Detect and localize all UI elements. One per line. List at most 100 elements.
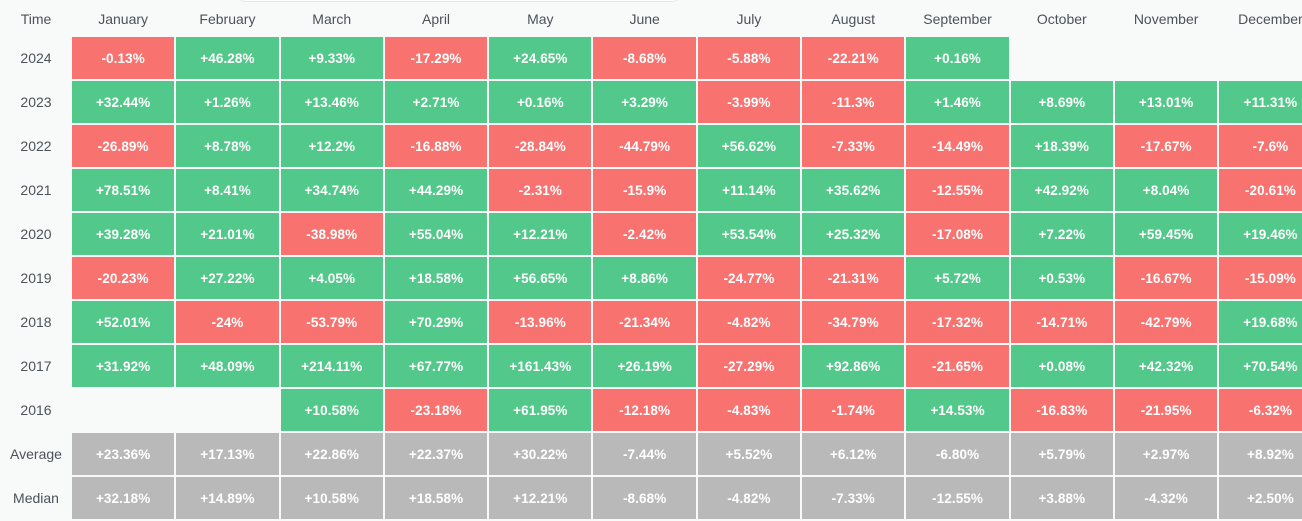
cell-2023-september[interactable]: +1.46%	[906, 81, 1009, 123]
cell-average-september[interactable]: -6.80%	[906, 433, 1009, 475]
cell-2024-december[interactable]	[1219, 37, 1302, 79]
cell-2022-march[interactable]: +12.2%	[280, 125, 383, 167]
cell-2016-october[interactable]: -16.83%	[1010, 389, 1113, 431]
cell-2021-august[interactable]: +35.62%	[802, 169, 905, 211]
cell-2017-july[interactable]: -27.29%	[697, 345, 801, 387]
cell-2016-july[interactable]: -4.83%	[697, 389, 801, 431]
row-label-2023[interactable]: 2023	[2, 81, 70, 123]
cell-2019-april[interactable]: +18.58%	[384, 257, 488, 299]
row-label-2016[interactable]: 2016	[2, 389, 70, 431]
column-header-november[interactable]: November	[1115, 2, 1217, 35]
cell-2018-march[interactable]: -53.79%	[280, 301, 383, 343]
cell-2022-january[interactable]: -26.89%	[72, 125, 175, 167]
cell-2019-july[interactable]: -24.77%	[697, 257, 801, 299]
cell-2018-november[interactable]: -42.79%	[1114, 301, 1218, 343]
cell-2016-february[interactable]	[176, 389, 278, 431]
row-label-2022[interactable]: 2022	[2, 125, 70, 167]
row-label-average[interactable]: Average	[2, 433, 70, 475]
cell-2018-august[interactable]: -34.79%	[802, 301, 905, 343]
cell-2019-march[interactable]: +4.05%	[280, 257, 383, 299]
cell-2022-september[interactable]: -14.49%	[906, 125, 1009, 167]
cell-2017-august[interactable]: +92.86%	[802, 345, 905, 387]
cell-2019-may[interactable]: +56.65%	[489, 257, 592, 299]
cell-2024-october[interactable]	[1011, 37, 1113, 79]
row-label-median[interactable]: Median	[2, 477, 70, 519]
cell-2024-april[interactable]: -17.29%	[384, 37, 488, 79]
cell-2020-february[interactable]: +21.01%	[176, 213, 279, 255]
cell-median-march[interactable]: +10.58%	[280, 477, 383, 519]
cell-2016-may[interactable]: +61.95%	[489, 389, 592, 431]
cell-2019-october[interactable]: +0.53%	[1010, 257, 1113, 299]
cell-median-july[interactable]: -4.82%	[697, 477, 801, 519]
cell-2020-november[interactable]: +59.45%	[1114, 213, 1218, 255]
column-header-april[interactable]: April	[385, 2, 487, 35]
cell-2023-april[interactable]: +2.71%	[384, 81, 488, 123]
cell-average-december[interactable]: +8.92%	[1219, 433, 1302, 475]
cell-median-april[interactable]: +18.58%	[384, 477, 488, 519]
cell-2023-january[interactable]: +32.44%	[72, 81, 175, 123]
cell-2020-january[interactable]: +39.28%	[72, 213, 175, 255]
cell-2022-july[interactable]: +56.62%	[697, 125, 801, 167]
cell-2018-october[interactable]: -14.71%	[1010, 301, 1113, 343]
cell-2024-september[interactable]: +0.16%	[906, 37, 1009, 79]
column-header-september[interactable]: September	[906, 2, 1008, 35]
cell-2017-march[interactable]: +214.11%	[280, 345, 383, 387]
cell-average-june[interactable]: -7.44%	[593, 433, 696, 475]
cell-average-january[interactable]: +23.36%	[72, 433, 175, 475]
cell-2022-october[interactable]: +18.39%	[1010, 125, 1113, 167]
column-header-october[interactable]: October	[1011, 2, 1113, 35]
cell-2019-february[interactable]: +27.22%	[176, 257, 279, 299]
cell-2023-february[interactable]: +1.26%	[176, 81, 279, 123]
cell-average-november[interactable]: +2.97%	[1114, 433, 1218, 475]
cell-2018-may[interactable]: -13.96%	[489, 301, 592, 343]
cell-median-june[interactable]: -8.68%	[593, 477, 696, 519]
cell-2022-august[interactable]: -7.33%	[802, 125, 905, 167]
cell-2021-october[interactable]: +42.92%	[1010, 169, 1113, 211]
cell-2016-april[interactable]: -23.18%	[384, 389, 488, 431]
cell-2021-february[interactable]: +8.41%	[176, 169, 279, 211]
cell-2019-december[interactable]: -15.09%	[1219, 257, 1302, 299]
cell-median-december[interactable]: +2.50%	[1219, 477, 1302, 519]
cell-2021-march[interactable]: +34.74%	[280, 169, 383, 211]
cell-2018-june[interactable]: -21.34%	[593, 301, 696, 343]
cell-2018-february[interactable]: -24%	[176, 301, 279, 343]
cell-2020-april[interactable]: +55.04%	[384, 213, 488, 255]
cell-2019-september[interactable]: +5.72%	[906, 257, 1009, 299]
row-label-2018[interactable]: 2018	[2, 301, 70, 343]
cell-2020-august[interactable]: +25.32%	[802, 213, 905, 255]
cell-2017-november[interactable]: +42.32%	[1114, 345, 1218, 387]
row-label-2020[interactable]: 2020	[2, 213, 70, 255]
cell-2024-july[interactable]: -5.88%	[697, 37, 801, 79]
cell-2022-june[interactable]: -44.79%	[593, 125, 696, 167]
cell-2022-may[interactable]: -28.84%	[489, 125, 592, 167]
cell-average-july[interactable]: +5.52%	[697, 433, 801, 475]
cell-2017-may[interactable]: +161.43%	[489, 345, 592, 387]
cell-2016-august[interactable]: -1.74%	[802, 389, 905, 431]
row-label-2021[interactable]: 2021	[2, 169, 70, 211]
cell-2017-february[interactable]: +48.09%	[176, 345, 279, 387]
row-label-2017[interactable]: 2017	[2, 345, 70, 387]
cell-2019-november[interactable]: -16.67%	[1114, 257, 1218, 299]
cell-2016-june[interactable]: -12.18%	[593, 389, 696, 431]
column-header-july[interactable]: July	[698, 2, 800, 35]
cell-2022-february[interactable]: +8.78%	[176, 125, 279, 167]
cell-2020-june[interactable]: -2.42%	[593, 213, 696, 255]
row-label-2024[interactable]: 2024	[2, 37, 70, 79]
column-header-march[interactable]: March	[281, 2, 383, 35]
cell-2020-december[interactable]: +19.46%	[1219, 213, 1302, 255]
cell-2018-september[interactable]: -17.32%	[906, 301, 1009, 343]
cell-2020-march[interactable]: -38.98%	[280, 213, 383, 255]
cell-average-february[interactable]: +17.13%	[176, 433, 279, 475]
cell-median-may[interactable]: +12.21%	[489, 477, 592, 519]
cell-2023-november[interactable]: +13.01%	[1114, 81, 1218, 123]
column-header-december[interactable]: December	[1219, 2, 1302, 35]
cell-average-march[interactable]: +22.86%	[280, 433, 383, 475]
cell-2018-january[interactable]: +52.01%	[72, 301, 175, 343]
cell-2024-january[interactable]: -0.13%	[72, 37, 175, 79]
cell-2019-june[interactable]: +8.86%	[593, 257, 696, 299]
column-header-may[interactable]: May	[489, 2, 591, 35]
cell-average-october[interactable]: +5.79%	[1010, 433, 1113, 475]
cell-2023-october[interactable]: +8.69%	[1010, 81, 1113, 123]
cell-2021-september[interactable]: -12.55%	[906, 169, 1009, 211]
cell-2021-december[interactable]: -20.61%	[1219, 169, 1302, 211]
